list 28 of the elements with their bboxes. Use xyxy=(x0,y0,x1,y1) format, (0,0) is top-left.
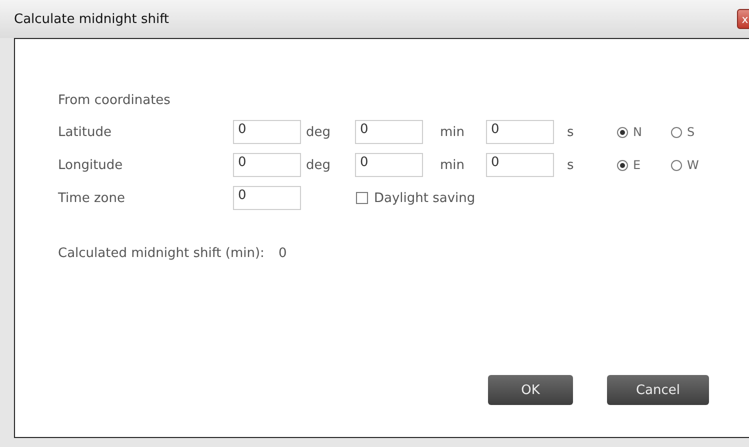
section-label: From coordinates xyxy=(58,93,170,108)
unit-label: min xyxy=(439,124,466,140)
unit-label: deg xyxy=(305,124,332,140)
time-zone-field[interactable]: 0 xyxy=(233,186,301,210)
field-label: Time zone xyxy=(58,190,126,206)
close-button[interactable]: x xyxy=(737,9,749,29)
seconds-field[interactable]: 0 xyxy=(486,153,554,177)
radio-option[interactable]: N xyxy=(617,125,671,139)
degrees-field[interactable]: 0 xyxy=(233,120,301,144)
degrees-field[interactable]: 0 xyxy=(233,153,301,177)
result-value: 0 xyxy=(278,246,287,261)
result-label: Calculated midnight shift (min): xyxy=(58,246,264,261)
unit-label: min xyxy=(439,158,466,172)
daylight-saving-checkbox[interactable]: Daylight saving xyxy=(355,190,617,206)
window-title: Calculate midnight shift xyxy=(14,12,170,26)
unit-label: s xyxy=(566,124,575,140)
radio-option[interactable]: E xyxy=(617,158,671,172)
radio-option[interactable]: S xyxy=(671,125,731,139)
ok-button[interactable]: OK xyxy=(488,375,573,405)
cancel-button[interactable]: Cancel xyxy=(607,375,709,405)
minutes-field[interactable]: 0 xyxy=(355,120,423,144)
field-label: Longitude xyxy=(58,158,124,172)
radio-option[interactable]: W xyxy=(671,158,731,172)
minutes-field[interactable]: 0 xyxy=(355,153,423,177)
field-label: Latitude xyxy=(58,124,113,140)
seconds-field[interactable]: 0 xyxy=(486,120,554,144)
unit-label: s xyxy=(566,158,575,172)
unit-label: deg xyxy=(305,158,332,172)
